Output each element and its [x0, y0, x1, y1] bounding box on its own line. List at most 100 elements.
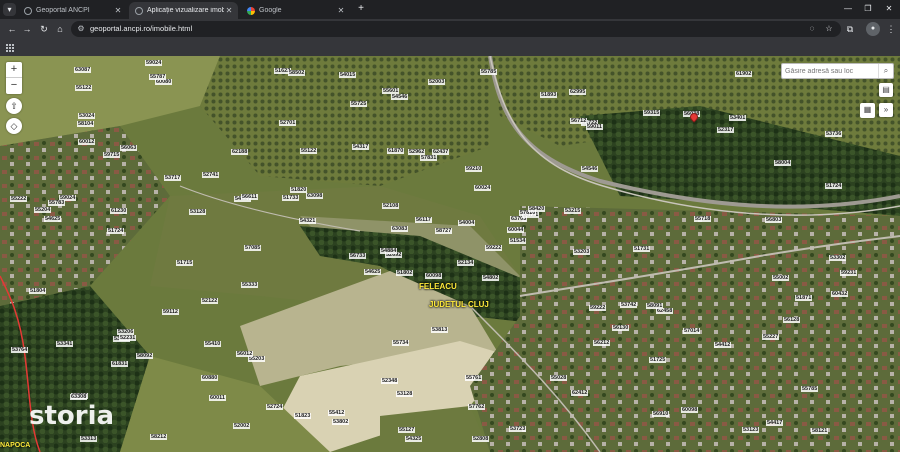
parcel-number[interactable]: 52741 [202, 172, 220, 178]
parcel-number[interactable]: 54325 [405, 436, 423, 442]
apps-grid-icon[interactable] [5, 43, 14, 52]
parcel-number[interactable]: 51731 [633, 246, 651, 252]
parcel-number[interactable]: 55127 [398, 427, 416, 433]
parcel-number[interactable]: 53717 [164, 175, 182, 181]
parcel-number[interactable]: 53813 [431, 327, 449, 333]
parcel-number[interactable]: 63308 [70, 394, 88, 400]
parcel-number[interactable]: 55227 [762, 334, 780, 340]
close-icon[interactable]: ✕ [336, 6, 346, 15]
parcel-number[interactable]: 52724 [266, 404, 284, 410]
zoom-in-button[interactable]: + [6, 62, 22, 78]
parcel-number[interactable]: 53341 [56, 341, 74, 347]
parcel-number[interactable]: 58502 [288, 70, 306, 76]
parcel-number[interactable]: 61870 [387, 148, 405, 154]
parcel-number[interactable]: 51820 [290, 187, 308, 193]
parcel-number[interactable]: 55734 [392, 340, 410, 346]
parcel-number[interactable]: 60044 [507, 227, 525, 233]
parcel-number[interactable]: 61230 [110, 208, 128, 214]
parcel-number[interactable]: 55412 [328, 410, 346, 416]
parcel-number[interactable]: 53302 [829, 255, 847, 261]
address-search-input[interactable] [785, 65, 877, 78]
parcel-number[interactable]: 57085 [244, 245, 262, 251]
parcel-number[interactable]: 59222 [485, 245, 503, 251]
parcel-number[interactable]: 55761 [465, 375, 483, 381]
parcel-number[interactable]: 53401 [729, 115, 747, 121]
parcel-number[interactable]: 53215 [564, 208, 582, 214]
basemap-toggle-icon[interactable]: ▦ [860, 103, 875, 118]
parcel-number[interactable]: 58091 [646, 303, 664, 309]
parcel-number[interactable]: 55222 [10, 196, 28, 202]
parcel-number[interactable]: 51724 [825, 183, 843, 189]
tab-geoportal[interactable]: Geoportal ANCPI ✕ [18, 2, 127, 19]
parcel-number[interactable]: 56063 [120, 145, 138, 151]
parcel-number[interactable]: 54004 [458, 220, 476, 226]
parcel-number[interactable]: 53206 [117, 329, 135, 335]
parcel-number[interactable]: 53123 [742, 427, 760, 433]
parcel-number[interactable]: 52002 [233, 423, 251, 429]
address-bar[interactable]: ⚙ geoportal.ancpi.ro/imobile.html ◌ ☆ [71, 21, 841, 37]
parcel-number[interactable]: 59222 [589, 305, 607, 311]
parcel-number[interactable]: 58092 [136, 353, 154, 359]
parcel-number[interactable]: 54321 [299, 218, 317, 224]
parcel-number[interactable]: 58212 [150, 434, 168, 440]
parcel-number[interactable]: 53742 [620, 302, 638, 308]
parcel-number[interactable]: 55410 [204, 341, 222, 347]
parcel-number[interactable]: 54546 [581, 166, 599, 172]
parcel-number[interactable]: 55204 [34, 207, 52, 213]
close-icon[interactable]: ✕ [224, 6, 234, 15]
parcel-number[interactable]: 60432 [831, 291, 849, 297]
parcel-number[interactable]: 52231 [119, 335, 137, 341]
extensions-icon[interactable]: ⧉ [843, 22, 857, 36]
parcel-number[interactable]: 52808 [472, 436, 490, 442]
parcel-number[interactable]: 57762 [468, 404, 486, 410]
expand-panel-icon[interactable]: » [879, 103, 893, 117]
forward-button[interactable]: → [20, 22, 34, 36]
parcel-number[interactable]: 55785 [480, 69, 498, 75]
parcel-number[interactable]: 57014 [683, 328, 701, 334]
search-icon[interactable]: ⌕ [878, 64, 893, 78]
parcel-number[interactable]: 60880 [201, 375, 219, 381]
parcel-number[interactable]: 55122 [300, 148, 318, 154]
parcel-number[interactable]: 55785 [801, 386, 819, 392]
parcel-number[interactable]: 51802 [396, 270, 414, 276]
parcel-number[interactable]: 55028 [550, 375, 568, 381]
parcel-number[interactable]: 54546 [391, 94, 409, 100]
parcel-number[interactable]: 52348 [381, 378, 399, 384]
parcel-number[interactable]: 62995 [569, 89, 587, 95]
parcel-number[interactable]: 62412 [571, 390, 589, 396]
parcel-number[interactable]: 57831 [420, 155, 438, 161]
reload-button[interactable]: ↻ [37, 22, 51, 36]
menu-kebab-icon[interactable]: ⋮ [884, 22, 898, 36]
parcel-number[interactable]: 55122 [75, 85, 93, 91]
layers-icon[interactable]: ▤ [879, 83, 893, 97]
tab-search-button[interactable]: ▾ [3, 3, 16, 16]
parcel-number[interactable]: 54802 [482, 275, 500, 281]
parcel-number[interactable]: 54015 [339, 72, 357, 78]
parcel-number[interactable]: 53723 [509, 426, 527, 432]
parcel-number[interactable]: 61902 [735, 71, 753, 77]
parcel-number[interactable]: 55601 [382, 88, 400, 94]
parcel-number[interactable]: 61831 [111, 361, 129, 367]
close-icon[interactable]: ✕ [113, 6, 123, 15]
parcel-number[interactable]: 51724 [107, 228, 125, 234]
back-button[interactable]: ← [5, 22, 19, 36]
parcel-number[interactable]: 54625 [364, 269, 382, 275]
parcel-number[interactable]: 56712 [570, 118, 588, 124]
parcel-number[interactable]: 55783 [48, 200, 66, 206]
parcel-number[interactable]: 54884 [380, 248, 398, 254]
parcel-number[interactable]: 59315 [643, 110, 661, 116]
home-extent-icon[interactable]: ◇ [6, 118, 22, 134]
parcel-number[interactable]: 55002 [772, 275, 790, 281]
parcel-number[interactable]: 58420 [528, 206, 546, 212]
parcel-number[interactable]: 56803 [765, 217, 783, 223]
parcel-number[interactable]: 54317 [352, 144, 370, 150]
parcel-number[interactable]: 55333 [241, 282, 259, 288]
map-view[interactable]: 6009859715526926270963703552036299562437… [0, 56, 900, 452]
parcel-number[interactable]: 53024 [78, 113, 96, 119]
parcel-number[interactable]: 60011 [209, 395, 226, 401]
bookmark-star-icon[interactable]: ☆ [823, 23, 835, 35]
maximize-button[interactable]: ❐ [858, 2, 878, 16]
eye-off-icon[interactable]: ◌ [806, 23, 818, 35]
parcel-number[interactable]: 60024 [474, 185, 492, 191]
parcel-number[interactable]: 58121 [811, 428, 829, 434]
